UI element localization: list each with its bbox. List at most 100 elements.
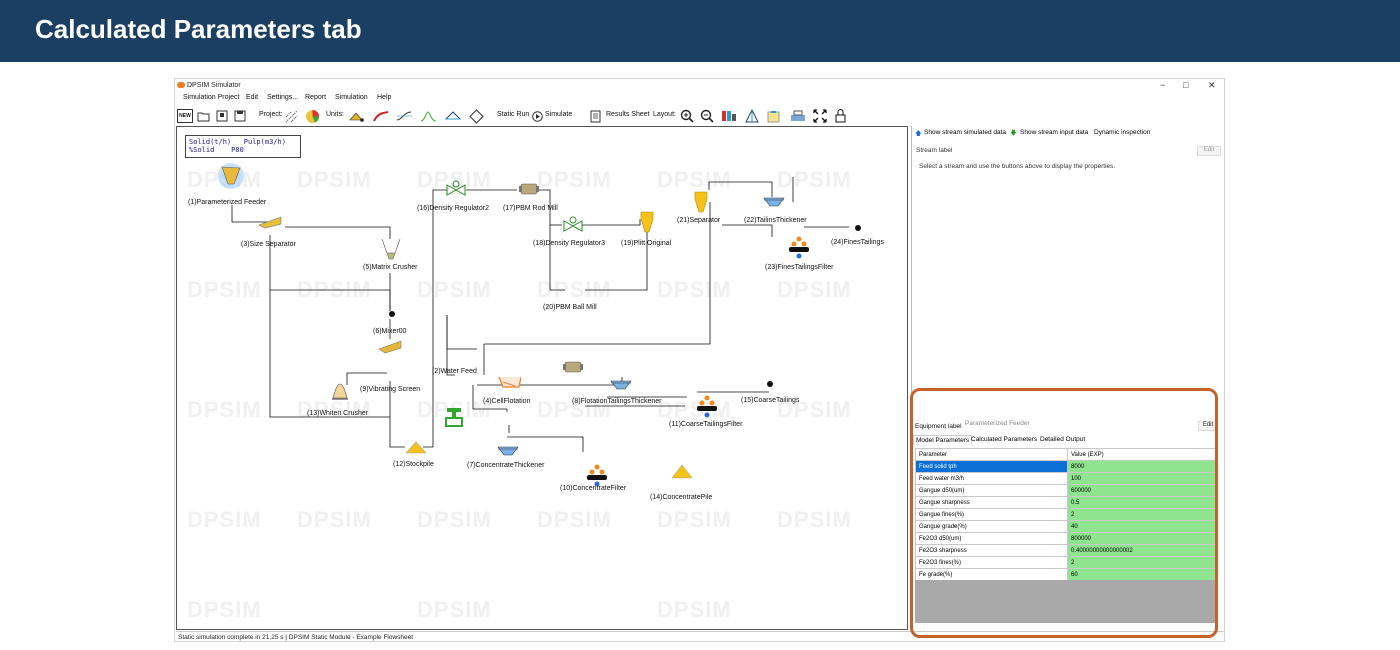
menu-edit[interactable]: Edit: [246, 94, 258, 101]
unit-label: (1)Parameterized Feeder: [188, 199, 267, 206]
menu-bar: Simulation Project Edit Settings... Repo…: [175, 94, 1224, 105]
thickener-icon[interactable]: [610, 379, 632, 391]
menu-help[interactable]: Help: [377, 94, 391, 101]
unit-label: (2)Water Feed: [432, 368, 477, 375]
unit-label: (6)Mixer00: [373, 328, 407, 335]
stream-instruction: Select a stream and use the buttons abov…: [919, 163, 1116, 170]
filter-icon[interactable]: [695, 394, 719, 418]
fit-screen-icon[interactable]: [812, 109, 828, 123]
toolbar: NEW Project: Units: Static Run Simulate …: [175, 106, 1224, 126]
thickener-icon[interactable]: [763, 196, 785, 208]
density-regulator-icon[interactable]: [445, 179, 467, 199]
stream-actions: 🡅 Show stream simulated data 🡇 Show stre…: [912, 126, 1224, 140]
unit-label: (9)Vibrating Screen: [360, 386, 421, 393]
unit-label: (4)CellFlotation: [483, 398, 531, 405]
results-sheet-icon: [588, 109, 602, 123]
units-label: Units:: [326, 111, 344, 118]
flowsheet-icon[interactable]: [283, 109, 299, 123]
flowsheet-canvas[interactable]: DPSIM DPSIM DPSIM DPSIM DPSIM DPSIM DPSI…: [176, 126, 908, 630]
minimize-button[interactable]: −: [1160, 80, 1165, 90]
zoom-out-icon[interactable]: [699, 109, 715, 123]
unit-label: (12)Stockpile: [393, 461, 434, 468]
menu-simulation-project[interactable]: Simulation Project: [183, 94, 239, 101]
equipment-units-icon[interactable]: [347, 109, 367, 123]
concentrate-pile-icon[interactable]: [671, 463, 693, 479]
unit-label: (10)ConcentrateFilter: [560, 485, 627, 492]
show-simulated-button[interactable]: Show stream simulated data: [924, 129, 1006, 136]
menu-simulation[interactable]: Simulation: [335, 94, 368, 101]
rod-mill-icon[interactable]: [518, 182, 540, 196]
unit-label: (8)FlotationTailingsThickener: [572, 398, 662, 405]
project-label: Project:: [259, 111, 283, 118]
separator-icon[interactable]: [693, 190, 709, 214]
note-icon[interactable]: [765, 109, 781, 123]
unit-label: (23)FinesTailingsFilter: [765, 264, 834, 271]
filter-icon[interactable]: [787, 235, 811, 259]
layout-label: Layout:: [653, 111, 676, 118]
stream-edit-button[interactable]: Edit: [1197, 146, 1221, 156]
stockpile-icon[interactable]: [405, 440, 427, 454]
water-feed-icon[interactable]: [443, 407, 465, 427]
matrix-crusher-icon[interactable]: [379, 237, 403, 261]
unit-label: (14)ConcentratePile: [650, 494, 713, 501]
arrow-up-icon: 🡅: [915, 130, 922, 137]
highlight-callout: [910, 388, 1218, 638]
export-icon[interactable]: [215, 109, 229, 123]
peak-curve-icon[interactable]: [419, 109, 439, 123]
unit-label: (18)Density Regulator3: [533, 240, 605, 247]
zoom-in-icon[interactable]: [679, 109, 695, 123]
print-icon[interactable]: [789, 109, 807, 123]
whiten-crusher-icon[interactable]: [330, 382, 350, 402]
unit-label: (3)Size Separator: [241, 241, 296, 248]
unit-label: (13)Whiten Crusher: [307, 410, 369, 417]
show-input-button[interactable]: Show stream input data: [1020, 129, 1088, 136]
unit-label: (20)PBM Ball Mill: [543, 304, 597, 311]
unit-label: (5)Matrix Crusher: [363, 264, 418, 271]
unit-label: (17)PBM Rod Mill: [503, 205, 558, 212]
static-run-button[interactable]: Static Run: [497, 111, 529, 118]
unit-label: (24)FinesTailings: [831, 239, 884, 246]
curve-icon[interactable]: [395, 109, 415, 123]
hydrocyclone-icon[interactable]: [639, 210, 655, 234]
open-folder-icon[interactable]: [196, 109, 210, 123]
save-icon[interactable]: [233, 109, 247, 123]
title-bar: DPSIM Simulator − □ ✕: [175, 79, 1224, 93]
filter-icon[interactable]: [585, 463, 609, 487]
grid-layout-icon[interactable]: [743, 109, 761, 123]
maximize-button[interactable]: □: [1183, 80, 1188, 90]
unit-label: (15)CoarseTailings: [741, 397, 800, 404]
unit-label: (11)CoarseTailingsFilter: [669, 421, 743, 428]
size-separator-icon[interactable]: [257, 215, 283, 229]
ball-mill-icon[interactable]: [562, 360, 584, 374]
unit-label: (7)ConcentrateThickener: [467, 462, 545, 469]
pie-chart-icon[interactable]: [304, 109, 320, 123]
density-regulator-icon[interactable]: [562, 215, 584, 235]
cell-flotation-icon[interactable]: [497, 375, 521, 389]
slide-header: Calculated Parameters tab: [0, 0, 1400, 62]
close-button[interactable]: ✕: [1208, 80, 1216, 91]
vibrating-screen-icon[interactable]: [377, 339, 403, 355]
stream-label: Stream label: [916, 147, 953, 154]
menu-report[interactable]: Report: [305, 94, 326, 101]
play-icon: [531, 109, 543, 123]
app-logo-icon: [177, 82, 185, 88]
simulate-button[interactable]: Simulate: [545, 111, 572, 118]
align-icon[interactable]: [719, 109, 739, 123]
stream-lines: [231, 177, 861, 452]
unit-label: (21)Separator: [677, 217, 721, 224]
new-button[interactable]: NEW: [177, 109, 193, 123]
results-sheet-button[interactable]: Results Sheet: [606, 111, 650, 118]
menu-settings[interactable]: Settings...: [267, 94, 298, 101]
arrow-down-icon: 🡇: [1010, 130, 1017, 137]
unit-label: (19)Plitt Original: [621, 240, 672, 247]
dynamic-inspection-button[interactable]: Dynamic inspection: [1094, 129, 1150, 136]
diamond-icon[interactable]: [467, 108, 485, 124]
thickener-icon[interactable]: [497, 445, 519, 457]
slide-title: Calculated Parameters tab: [35, 14, 362, 44]
window-title: DPSIM Simulator: [187, 82, 241, 89]
lock-icon[interactable]: [833, 109, 847, 123]
stream-units-icon[interactable]: [371, 109, 391, 123]
triangle-icon[interactable]: [443, 109, 463, 123]
feeder-icon[interactable]: [217, 162, 247, 192]
unit-label: (22)TailinsThickener: [744, 217, 807, 224]
